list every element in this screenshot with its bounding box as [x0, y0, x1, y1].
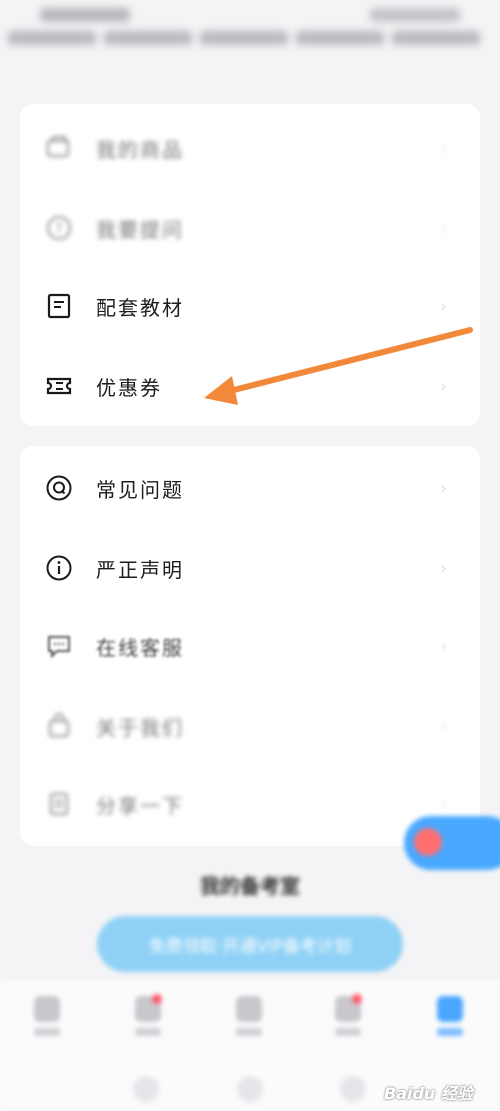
- nav-home-button[interactable]: [237, 1076, 263, 1102]
- menu-card-top: 我的商品 › ? 我要提问 › 配套教材 › 优惠券 ›: [20, 104, 480, 426]
- info-circle-icon: [44, 553, 74, 583]
- tab-label: [437, 1028, 463, 1036]
- chevron-right-icon: ›: [440, 794, 448, 815]
- menu-item-statement[interactable]: 严正声明 ›: [20, 528, 480, 608]
- chevron-right-icon: ›: [440, 716, 448, 737]
- menu-item-label: 我的商品: [96, 137, 184, 162]
- chevron-right-icon: ›: [440, 296, 448, 317]
- chat-bubble-icon: [44, 631, 74, 661]
- tab-home[interactable]: [17, 996, 77, 1046]
- notification-badge: [152, 994, 162, 1004]
- chevron-right-icon: ›: [440, 376, 448, 397]
- menu-item-ask-question[interactable]: ? 我要提问 ›: [20, 188, 480, 268]
- tab-label: [236, 1028, 262, 1036]
- question-bank-icon: [236, 996, 262, 1022]
- promo-button[interactable]: 免费领取·开通VIP备考计划: [97, 916, 403, 972]
- status-bar: [40, 8, 460, 24]
- tab-label: [34, 1028, 60, 1036]
- notification-badge: [352, 994, 362, 1004]
- watermark: Baidu 经验: [384, 1084, 473, 1103]
- nav-recent-button[interactable]: [340, 1076, 366, 1102]
- menu-item-label: 分享一下: [96, 793, 184, 818]
- question-circle-icon: ?: [44, 213, 74, 243]
- shortcut-row: [0, 30, 500, 52]
- menu-item-textbooks[interactable]: 配套教材 ›: [20, 266, 480, 346]
- tab-question-bank[interactable]: [219, 996, 279, 1046]
- promo-title: 我的备考室: [200, 874, 300, 898]
- tab-label: [135, 1028, 161, 1036]
- storefront-icon: [44, 133, 74, 163]
- status-left: [40, 8, 130, 22]
- tab-me[interactable]: [420, 996, 480, 1046]
- chevron-right-icon: ›: [440, 558, 448, 579]
- menu-item-label: 优惠券: [96, 375, 162, 400]
- home-icon: [34, 996, 60, 1022]
- menu-item-label: 配套教材: [96, 295, 184, 320]
- chevron-right-icon: ›: [440, 478, 448, 499]
- status-right: [370, 8, 460, 22]
- chevron-right-icon: ›: [440, 636, 448, 657]
- shortcut-item[interactable]: [8, 31, 96, 45]
- shortcut-item[interactable]: [296, 31, 384, 45]
- q-circle-icon: [44, 473, 74, 503]
- menu-card-bottom: 常见问题 › 严正声明 › 在线客服 › 关于我们 › 分享一下 ›: [20, 446, 480, 846]
- menu-item-coupons[interactable]: 优惠券 ›: [20, 346, 480, 426]
- shortcut-item[interactable]: [200, 31, 288, 45]
- shortcut-item[interactable]: [104, 31, 192, 45]
- user-icon: [437, 996, 463, 1022]
- ticket-icon: [44, 371, 74, 401]
- tab-courses[interactable]: [118, 994, 178, 1046]
- chevron-right-icon: ›: [440, 218, 448, 239]
- book-icon: [44, 291, 74, 321]
- menu-item-label: 严正声明: [96, 557, 184, 582]
- tab-label: [335, 1028, 361, 1036]
- bag-icon: [44, 711, 74, 741]
- menu-item-label: 在线客服: [96, 635, 184, 660]
- menu-item-label: 常见问题: [96, 477, 184, 502]
- menu-item-faq[interactable]: 常见问题 ›: [20, 448, 480, 528]
- shortcut-item[interactable]: [392, 31, 480, 45]
- menu-item-online-service[interactable]: 在线客服 ›: [20, 606, 480, 686]
- floating-service-button[interactable]: [404, 816, 500, 870]
- menu-item-about[interactable]: 关于我们 ›: [20, 686, 480, 766]
- svg-text:?: ?: [56, 222, 63, 237]
- menu-item-my-goods[interactable]: 我的商品 ›: [20, 108, 480, 188]
- share-icon: [44, 789, 74, 819]
- tab-messages[interactable]: [318, 994, 378, 1046]
- avatar: [414, 828, 442, 856]
- chevron-right-icon: ›: [440, 138, 448, 159]
- menu-item-label: 关于我们: [96, 715, 184, 740]
- nav-back-button[interactable]: [133, 1076, 159, 1102]
- top-fragment: [0, 0, 500, 62]
- menu-item-label: 我要提问: [96, 217, 184, 242]
